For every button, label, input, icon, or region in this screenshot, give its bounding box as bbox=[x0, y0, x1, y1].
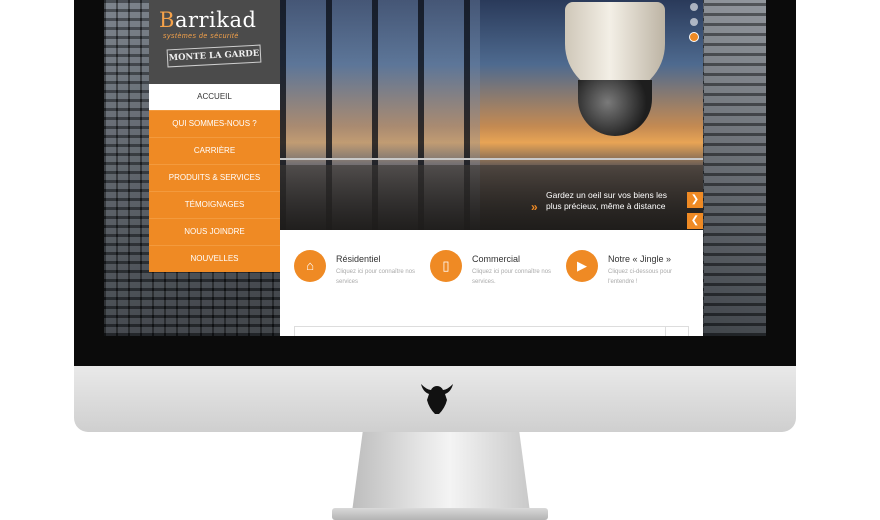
monitor-stand bbox=[352, 432, 530, 512]
home-icon: ⌂ bbox=[294, 250, 326, 282]
service-title: Résidentiel bbox=[336, 254, 381, 264]
slider-dots bbox=[690, 3, 700, 48]
menu-item-carriere[interactable]: CARRIÈRE bbox=[149, 137, 280, 164]
menu-item-produits-services[interactable]: PRODUITS & SERVICES bbox=[149, 164, 280, 191]
bull-logo-icon bbox=[421, 384, 453, 414]
slider-dot-3[interactable] bbox=[690, 33, 698, 41]
hero-slider: » Gardez un oeil sur vos biens les plus … bbox=[280, 0, 703, 230]
services-section: ⌂ Résidentiel Cliquez ici pour connaître… bbox=[280, 230, 703, 336]
slider-dot-1[interactable] bbox=[690, 3, 698, 11]
chevron-left-icon[interactable]: ❮ bbox=[687, 213, 703, 229]
menu-item-qui-sommes-nous[interactable]: QUI SOMMES-NOUS ? bbox=[149, 110, 280, 137]
caption-arrow-icon: » bbox=[531, 200, 538, 214]
tablet-icon: ▯ bbox=[430, 250, 462, 282]
menu-item-nouvelles[interactable]: NOUVELLES bbox=[149, 245, 280, 272]
background-buildings-right bbox=[704, 0, 766, 336]
service-title: Notre « Jingle » bbox=[608, 254, 672, 264]
brand-tagline: systèmes de sécurité bbox=[163, 33, 239, 40]
website-screen: Barrikad systèmes de sécurité MONTE LA G… bbox=[104, 0, 766, 336]
audio-player-divider bbox=[665, 326, 666, 336]
service-residentiel[interactable]: ⌂ Résidentiel Cliquez ici pour connaître… bbox=[280, 248, 415, 298]
hero-railing bbox=[280, 158, 703, 160]
brand-name: Barrikad bbox=[159, 8, 257, 32]
slider-dot-2[interactable] bbox=[690, 18, 698, 26]
service-desc: Cliquez ci-dessous pour l'entendre ! bbox=[608, 269, 673, 285]
audio-player-strip[interactable] bbox=[294, 326, 689, 336]
monitor-stand-base bbox=[332, 508, 548, 520]
service-desc: Cliquez ici pour connaître nos services. bbox=[472, 269, 552, 285]
menu-item-nous-joindre[interactable]: NOUS JOINDRE bbox=[149, 218, 280, 245]
camera-dome-image bbox=[578, 80, 652, 136]
sidebar: Barrikad systèmes de sécurité MONTE LA G… bbox=[149, 0, 280, 272]
menu-item-accueil[interactable]: ACCUEIL bbox=[149, 84, 280, 110]
brand-badge: MONTE LA GARDE bbox=[166, 44, 262, 68]
hero-caption: Gardez un oeil sur vos biens les plus pr… bbox=[546, 190, 667, 211]
monitor-chin bbox=[74, 366, 796, 432]
service-desc: Cliquez ici pour connaître nos services bbox=[336, 269, 416, 285]
service-commercial[interactable]: ▯ Commercial Cliquez ici pour connaître … bbox=[416, 248, 551, 298]
main-menu: ACCUEIL QUI SOMMES-NOUS ? CARRIÈRE PRODU… bbox=[149, 84, 280, 272]
service-title: Commercial bbox=[472, 254, 521, 264]
chevron-right-icon[interactable]: ❯ bbox=[687, 192, 703, 208]
brand-logo[interactable]: Barrikad systèmes de sécurité MONTE LA G… bbox=[149, 0, 280, 84]
menu-item-temoignages[interactable]: TÉMOIGNAGES bbox=[149, 191, 280, 218]
play-icon: ▶ bbox=[566, 250, 598, 282]
service-jingle[interactable]: ▶ Notre « Jingle » Cliquez ci-dessous po… bbox=[552, 248, 682, 298]
